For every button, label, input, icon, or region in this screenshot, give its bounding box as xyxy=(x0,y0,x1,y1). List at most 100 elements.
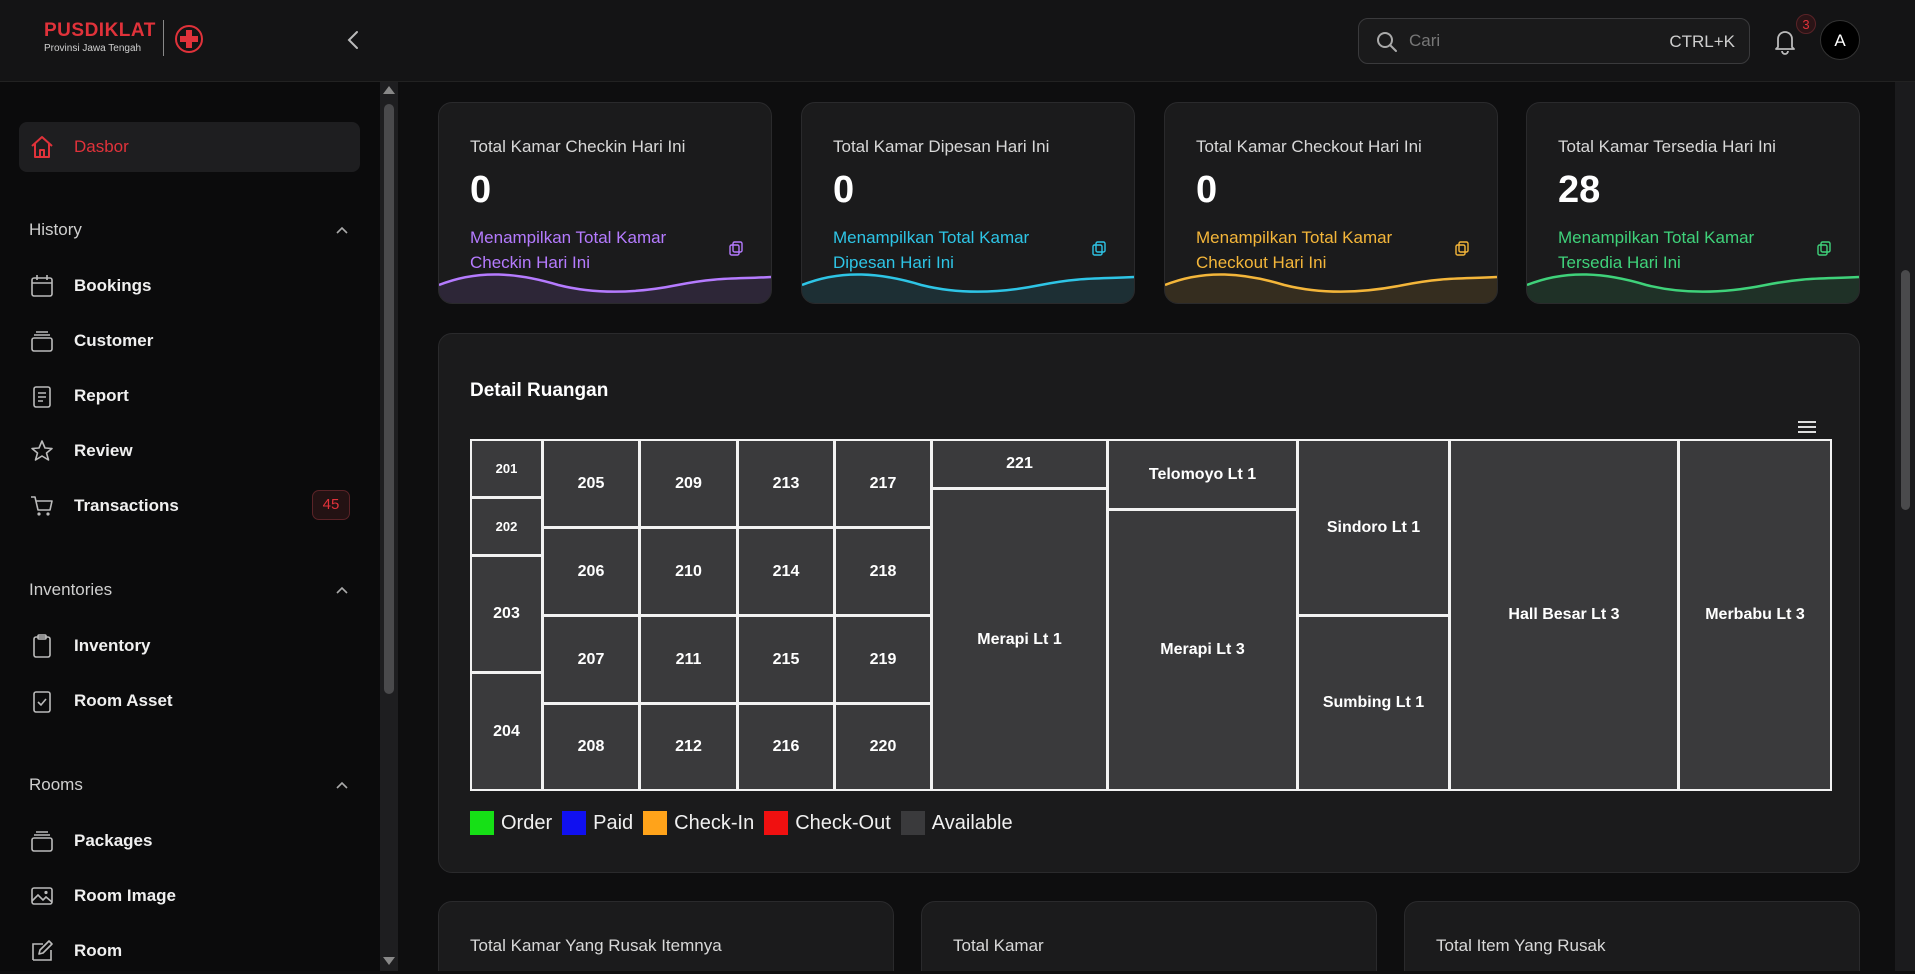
bell-icon[interactable] xyxy=(1770,26,1800,56)
stat-title: Total Kamar Tersedia Hari Ini xyxy=(1558,137,1776,156)
stack-icon xyxy=(31,331,53,352)
legend-item[interactable]: Paid xyxy=(562,811,633,835)
sidebar-item-label: Room Asset xyxy=(74,691,173,710)
brand-title: PUSDIKLAT xyxy=(44,20,156,41)
sidebar-item-label: Transactions xyxy=(74,496,179,515)
legend-swatch xyxy=(562,811,587,835)
sparkline-wave xyxy=(1165,273,1497,303)
chevron-up-icon xyxy=(336,781,348,789)
room-tile[interactable]: 219 xyxy=(834,615,932,704)
sidebar-item-packages[interactable]: Packages xyxy=(19,818,360,864)
legend-item[interactable]: Available xyxy=(900,811,1013,835)
legend-item[interactable]: Order xyxy=(470,811,552,835)
sidebar-item-label: Packages xyxy=(74,831,153,850)
edit-icon xyxy=(32,940,53,961)
room-tile[interactable]: 216 xyxy=(737,703,835,791)
room-tile[interactable]: 215 xyxy=(737,615,835,704)
section-inventories[interactable]: Inventories xyxy=(29,575,349,605)
brand-logo[interactable]: PUSDIKLAT Provinsi Jawa Tengah xyxy=(44,20,156,54)
page-scrollbar-thumb[interactable] xyxy=(1901,270,1910,510)
page-scrollbar[interactable] xyxy=(1895,82,1915,971)
user-avatar[interactable]: A xyxy=(1820,20,1860,60)
room-tile[interactable]: 208 xyxy=(542,703,640,791)
sidebar-item-label: Bookings xyxy=(74,276,152,295)
scroll-up-arrow-icon[interactable] xyxy=(383,86,395,94)
copy-icon[interactable] xyxy=(728,240,744,256)
sidebar-item-inventory[interactable]: Inventory xyxy=(19,623,360,669)
card-title: Total Kamar xyxy=(953,936,1044,955)
room-tile[interactable]: Hall Besar Lt 3 xyxy=(1449,439,1679,791)
sparkline-wave xyxy=(439,273,771,303)
brand-subtitle: Provinsi Jawa Tengah xyxy=(44,43,142,54)
room-tile[interactable]: Merapi Lt 1 xyxy=(931,488,1108,791)
sidebar-item-dasbor[interactable]: Dasbor xyxy=(19,122,360,172)
room-tile[interactable]: Sindoro Lt 1 xyxy=(1297,439,1450,616)
room-tile[interactable]: 221 xyxy=(931,439,1108,489)
legend-label: Check-Out xyxy=(795,811,891,834)
room-tile[interactable]: 205 xyxy=(542,439,640,528)
top-bar: PUSDIKLAT Provinsi Jawa Tengah CTRL+K 3 … xyxy=(0,0,1915,82)
scroll-down-arrow-icon[interactable] xyxy=(383,957,395,965)
room-tile[interactable]: 204 xyxy=(470,672,543,791)
legend-item[interactable]: Check-In xyxy=(643,811,754,835)
sidebar-item-room-image[interactable]: Room Image xyxy=(19,873,360,919)
room-tile[interactable]: 218 xyxy=(834,527,932,616)
room-tile[interactable]: 211 xyxy=(639,615,738,704)
search-box[interactable]: CTRL+K xyxy=(1358,18,1750,64)
stat-title: Total Kamar Dipesan Hari Ini xyxy=(833,137,1050,156)
stat-card-checkin: Total Kamar Checkin Hari Ini 0 Menampilk… xyxy=(438,102,772,304)
sidebar-item-report[interactable]: Report xyxy=(19,373,360,419)
room-tile[interactable]: 210 xyxy=(639,527,738,616)
sidebar-item-label: Inventory xyxy=(74,636,151,655)
room-tile[interactable]: 201 xyxy=(470,439,543,498)
room-tile[interactable]: 206 xyxy=(542,527,640,616)
room-tile[interactable]: 207 xyxy=(542,615,640,704)
room-tile[interactable]: Telomoyo Lt 1 xyxy=(1107,439,1298,510)
legend-item[interactable]: Check-Out xyxy=(764,811,891,835)
room-tile[interactable]: Merapi Lt 3 xyxy=(1107,509,1298,791)
room-treemap: 201 202 203 204 205 206 207 208 209 210 … xyxy=(470,439,1832,791)
chevron-left-icon[interactable] xyxy=(340,26,368,54)
stat-card-damaged-rooms: Total Kamar Yang Rusak Itemnya xyxy=(438,901,894,971)
clipboard-check-icon xyxy=(33,691,51,713)
search-input[interactable] xyxy=(1409,19,1649,63)
sidebar-item-transactions[interactable]: Transactions xyxy=(19,483,360,529)
red-cross-logo-icon xyxy=(175,25,203,53)
sidebar-item-label: Room Image xyxy=(74,886,177,905)
copy-icon[interactable] xyxy=(1091,240,1107,256)
room-tile[interactable]: 213 xyxy=(737,439,835,528)
sidebar-item-room[interactable]: Room xyxy=(19,928,360,974)
section-history[interactable]: History xyxy=(29,215,349,245)
section-title: Rooms xyxy=(29,775,83,794)
clipboard-icon xyxy=(33,634,51,658)
search-icon xyxy=(1377,32,1397,52)
calendar-icon xyxy=(31,275,53,297)
sidebar-scrollbar-thumb[interactable] xyxy=(384,104,394,694)
sidebar-item-review[interactable]: Review xyxy=(19,428,360,474)
section-rooms[interactable]: Rooms xyxy=(29,770,349,800)
sidebar-item-customer[interactable]: Customer xyxy=(19,318,360,364)
room-tile[interactable]: 212 xyxy=(639,703,738,791)
copy-icon[interactable] xyxy=(1454,240,1470,256)
sidebar-item-bookings[interactable]: Bookings xyxy=(19,263,360,309)
hamburger-menu-icon[interactable] xyxy=(1796,418,1818,436)
room-tile[interactable]: 209 xyxy=(639,439,738,528)
stat-value: 0 xyxy=(1196,169,1218,211)
room-tile[interactable]: Sumbing Lt 1 xyxy=(1297,615,1450,791)
legend-swatch xyxy=(643,811,668,835)
copy-icon[interactable] xyxy=(1816,240,1832,256)
room-tile[interactable]: 217 xyxy=(834,439,932,528)
sidebar-item-room-asset[interactable]: Room Asset xyxy=(19,678,360,724)
home-icon xyxy=(31,136,53,158)
chevron-up-icon xyxy=(336,226,348,234)
search-shortcut: CTRL+K xyxy=(1669,32,1735,51)
room-tile[interactable]: 203 xyxy=(470,555,543,673)
image-icon xyxy=(31,887,53,905)
stat-card-total-rooms: Total Kamar xyxy=(921,901,1377,971)
room-tile[interactable]: 220 xyxy=(834,703,932,791)
legend-swatch xyxy=(470,811,494,835)
room-tile[interactable]: 202 xyxy=(470,497,543,556)
room-tile[interactable]: 214 xyxy=(737,527,835,616)
room-tile[interactable]: Merbabu Lt 3 xyxy=(1678,439,1832,791)
stat-title: Total Kamar Checkin Hari Ini xyxy=(470,137,686,156)
